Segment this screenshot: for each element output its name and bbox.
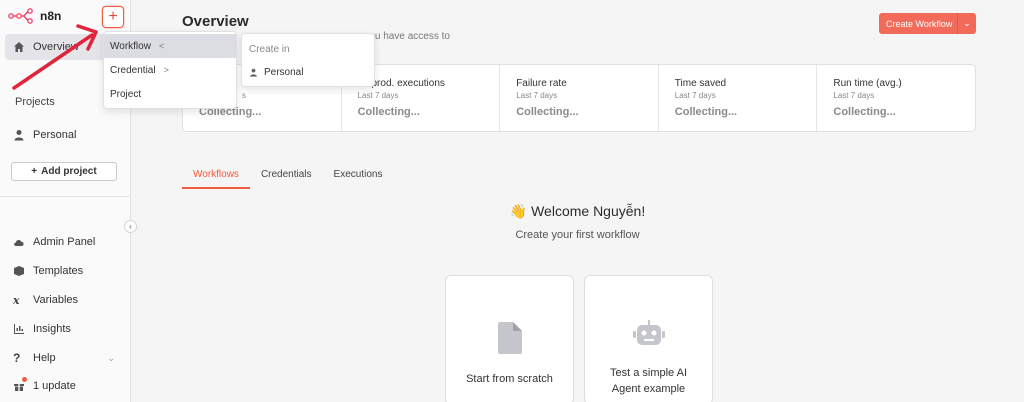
stat-period: Last 7 days (357, 91, 399, 100)
sidebar-item-label: Admin Panel (33, 236, 96, 248)
menu-item-project[interactable]: Project (104, 82, 236, 106)
variable-icon: x (13, 293, 20, 307)
ai-agent-example-card[interactable]: Test a simple AI Agent example (584, 275, 713, 402)
create-workflow-label: Create Workflow (886, 18, 953, 29)
stat-card[interactable]: Run time (avg.) Last 7 days Collecting..… (817, 65, 975, 131)
submenu-title: Create in (249, 44, 290, 55)
robot-icon (585, 320, 712, 351)
chevron-left-icon: < (158, 41, 165, 51)
stat-card[interactable]: Failure rate Last 7 days Collecting... (500, 65, 659, 131)
page-title: Overview (182, 13, 249, 30)
add-project-label: Add project (41, 166, 97, 177)
sidebar-item-help[interactable]: ? Help ⌄ (5, 345, 125, 371)
file-icon (446, 322, 573, 357)
welcome-subtitle: Create your first workflow (515, 229, 640, 241)
create-in-submenu: Create in Personal (241, 33, 375, 87)
user-icon (14, 130, 24, 141)
sidebar-divider (0, 196, 131, 197)
stat-label: Failure rate (516, 78, 567, 89)
menu-item-label: Project (110, 88, 142, 100)
sidebar-item-label: Overview (33, 41, 79, 53)
projects-heading: Projects (15, 96, 55, 108)
menu-item-label: Credential (110, 64, 156, 76)
stat-period: Last 7 days (516, 91, 558, 100)
sidebar-item-label: Personal (33, 129, 77, 141)
card-label: Test a simple AI Agent example (609, 367, 688, 395)
stat-value: Collecting... (516, 106, 579, 118)
chevron-down-icon[interactable]: ⌄ (957, 13, 976, 34)
app-logo[interactable]: n8n (8, 8, 61, 24)
help-icon: ? (13, 351, 21, 365)
card-label: Start from scratch (466, 373, 553, 385)
menu-item-credential[interactable]: Credential > (104, 58, 236, 82)
create-new-button[interactable]: + (102, 6, 124, 28)
create-menu: Workflow < Credential > Project (103, 31, 237, 109)
submenu-item-personal[interactable]: Personal (242, 55, 374, 78)
welcome-heading: 👋 Welcome Nguyễn! (509, 203, 646, 219)
sidebar-item-label: Help (33, 352, 56, 364)
stat-value: Collecting... (674, 106, 738, 118)
sidebar-item-personal[interactable]: Personal (5, 122, 125, 148)
plus-icon: + (31, 166, 38, 177)
menu-item-workflow[interactable]: Workflow < (104, 34, 236, 58)
stat-label: Time saved (674, 78, 727, 89)
update-badge (22, 377, 27, 382)
tab-bar: Workflows Credentials Executions (182, 166, 393, 189)
tab-credentials[interactable]: Credentials (250, 166, 323, 189)
tab-workflows[interactable]: Workflows (182, 166, 250, 189)
add-project-button[interactable]: + Add project (11, 162, 117, 181)
submenu-item-label: Personal (264, 67, 304, 78)
sidebar-item-admin-panel[interactable]: Admin Panel (5, 229, 125, 255)
stat-period: Last 7 days (833, 91, 875, 100)
sidebar-item-label: Templates (33, 265, 84, 277)
chevron-right-icon: > (163, 65, 169, 75)
create-workflow-button[interactable]: Create Workflow ⌄ (879, 13, 976, 34)
cloud-icon (14, 239, 24, 246)
stat-label: ed prod. executions (357, 78, 445, 89)
n8n-logo-icon (8, 8, 33, 24)
user-icon (250, 68, 257, 77)
stat-label: Run time (avg.) (833, 78, 902, 89)
sidebar-item-templates[interactable]: Templates (5, 258, 125, 284)
chevron-down-icon: ⌄ (107, 352, 115, 363)
app-name: n8n (40, 9, 62, 23)
stat-period: Last 7 days (674, 91, 716, 100)
menu-item-label: Workflow (110, 40, 151, 52)
sidebar-item-label: Insights (33, 323, 71, 335)
chart-icon (14, 324, 24, 334)
stat-card[interactable]: Time saved Last 7 days Collecting... (659, 65, 818, 131)
start-from-scratch-card[interactable]: Start from scratch (445, 275, 574, 402)
sidebar-item-label: Variables (33, 294, 79, 306)
stat-value: Collecting... (833, 106, 896, 118)
box-icon (14, 266, 24, 276)
stat-value: Collecting... (357, 106, 420, 118)
sidebar-item-label: 1 update (33, 380, 76, 392)
sidebar-item-insights[interactable]: Insights (5, 316, 125, 342)
tab-executions[interactable]: Executions (323, 166, 394, 189)
home-icon (14, 42, 24, 52)
sidebar-item-variables[interactable]: x Variables (5, 287, 125, 313)
